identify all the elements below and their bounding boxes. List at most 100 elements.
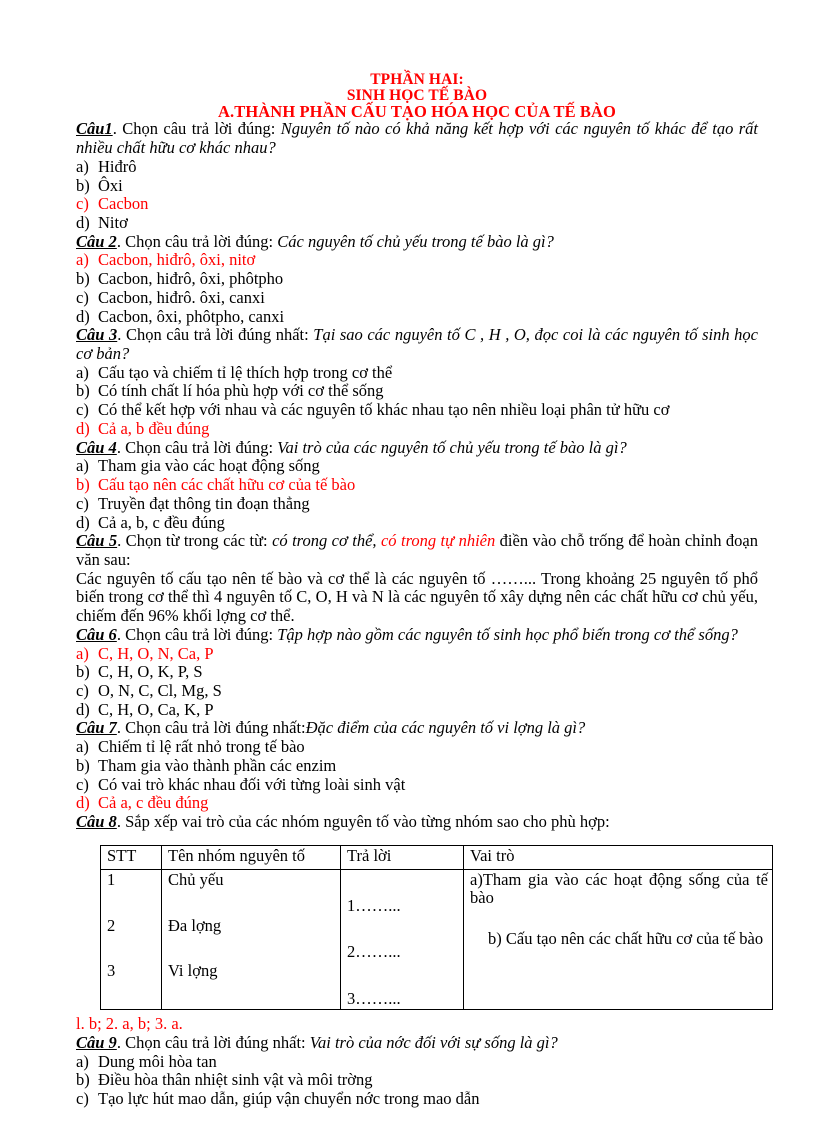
option-text: Cacbon [98,194,149,214]
question-7-label: Câu 7 [76,718,117,738]
option-tag: d) [76,793,90,813]
option-tag: b) [76,381,90,401]
option-tag: c) [76,400,89,420]
list-item: d) Cacbon, ôxi, phôtpho, canxi [76,306,758,327]
question-2-stem: Các nguyên tố chủ yếu trong tế bào là gì… [277,231,554,251]
option-tag: c) [76,1089,89,1109]
option-text: Tạo lực hút mao dẫn, giúp vận chuyển nớc… [98,1089,480,1109]
question-9-instruction: . Chọn câu trả lời đúng nhất: [116,1032,310,1052]
matching-table: STT Tên nhóm nguyên tố Trả lời Vai trò 1… [100,844,773,1011]
question-4-instruction: . Chọn câu trả lời đúng: [116,437,278,457]
question-5-lead: Câu 5. Chọn từ trong các từ: có trong cơ… [76,531,758,569]
list-item: d) Nitơ [76,213,758,233]
list-item: c) Cacbon, hiđrô. ôxi, canxi [76,287,758,308]
option-text: Có tính chất lí hóa phù hợp với cơ thể s… [98,381,384,401]
table-row: STT Tên nhóm nguyên tố Trả lời Vai trò [100,844,773,870]
table-header-answer: Trả lời [340,844,464,870]
option-tag: b) [76,175,90,195]
list-item: a) Cacbon, hiđrô, ôxi, nitơ [76,251,758,270]
option-tag: a) [76,1051,89,1071]
document-title: TPHẦN HAI: SINH HỌC TẾ BÀO A.THÀNH PHẦN … [76,72,758,120]
question-8-lead: Câu 8. Sắp xếp vai trò của các nhóm nguy… [76,812,758,832]
question-1-label: Câu1 [76,119,113,139]
option-tag: d) [76,512,90,532]
question-2-instruction: . Chọn câu trả lời đúng: [116,231,278,251]
option-tag: a) [76,456,89,476]
list-item: c) Có vai trò khác nhau đối với từng loài… [76,774,758,795]
option-tag: c) [76,774,89,794]
option-tag: c) [76,287,89,307]
option-tag: c) [76,493,89,513]
question-5-label: Câu 5 [76,531,118,551]
question-9-options: a) Dung môi hòa tan b) Điều hòa thân nhiệt… [76,1051,758,1109]
list-item: d) Cả a, b đều đúng [76,419,758,439]
question-5-paragraph: Các nguyên tố cấu tạo nên tế bào và cơ t… [76,568,758,626]
question-5-choice-red: có trong tự nhiên [380,531,496,551]
question-4-stem: Vai trò của các nguyên tố chủ yếu trong … [277,437,627,457]
list-item: c) Tạo lực hút mao dẫn, giúp vận chuyển n… [76,1089,758,1109]
question-9-lead: Câu 9. Chọn câu trả lời đúng nhất: Vai t… [76,1032,758,1053]
question-2-options: a) Cacbon, hiđrô, ôxi, nitơ b) Cacbon, hiđ… [76,251,758,326]
option-tag: a) [76,250,89,270]
table-header-role: Vai trò [463,844,773,870]
table-header-stt: STT [100,844,162,870]
answer-blank-2[interactable]: 2……... [347,942,459,961]
question-3-lead: Câu 3. Chọn câu trả lời đúng nhất: Tại s… [76,325,758,363]
list-item: c) Có thể kết hợp với nhau và các nguyên … [76,400,758,420]
question-2-label: Câu 2 [76,231,117,251]
question-3-instruction: . Chọn câu trả lời đúng nhất: [117,325,314,345]
stt-3: 3 [107,960,116,980]
list-item: d) C, H, O, Ca, K, P [76,699,758,720]
list-item: b) C, H, O, K, P, S [76,662,758,682]
list-item: b) Cấu tạo nên các chất hữu cơ của tế bào [76,475,758,495]
option-text: Truyền đạt thông tin đoạn thẳng [98,493,310,513]
list-item: b) Ôxi [76,175,758,196]
list-item: c) Cacbon [76,194,758,214]
list-item: a) Cấu tạo và chiếm tỉ lệ thích hợp trong… [76,362,758,383]
answer-blank-3[interactable]: 3……... [347,989,459,1008]
question-5-instruction: . Chọn từ trong các từ: [117,531,273,551]
option-text: Cacbon, ôxi, phôtpho, canxi [98,306,285,326]
option-tag: b) [76,269,90,289]
option-tag: b) [76,755,90,775]
group-2: Đa lợng [168,916,222,936]
question-7-stem: Đặc điểm của các nguyên tố vi lợng là gì… [305,718,586,738]
list-item: c) O, N, C, Cl, Mg, S [76,681,758,701]
question-8-instruction: . Sắp xếp vai trò của các nhóm nguyên tố… [116,812,610,832]
question-8-label: Câu 8 [76,812,117,832]
list-item: b) Tham gia vào thành phần các enzim [76,755,758,776]
list-item: a) Dung môi hòa tan [76,1051,758,1072]
role-option-b: b) Cấu tạo nên các chất hữu cơ của tế bà… [488,928,764,948]
question-4-label: Câu 4 [76,437,117,457]
question-3-label: Câu 3 [76,325,118,345]
table-row: 1 2 3 Chủ yếu Đa lợng Vi lợng 1……... 2……… [100,868,773,1011]
option-text: Cacbon, hiđrô, ôxi, nitơ [98,250,256,270]
group-3: Vi lợng [168,960,218,980]
table-cell-answer-list[interactable]: 1……... 2……... 3……... [340,868,464,1011]
option-tag: c) [76,194,89,214]
list-item: a) Tham gia vào các hoạt động sống [76,456,758,476]
matching-table-wrapper: STT Tên nhóm nguyên tố Trả lời Vai trò 1… [100,844,773,1011]
option-tag: b) [76,475,90,495]
option-text: Dung môi hòa tan [98,1051,217,1071]
option-tag: d) [76,213,90,233]
list-item: b) Có tính chất lí hóa phù hợp với cơ thể… [76,382,758,401]
question-6-lead: Câu 6. Chọn câu trả lời đúng: Tập hợp nà… [76,625,758,645]
question-2-lead: Câu 2. Chọn câu trả lời đúng: Các nguyên… [76,231,758,252]
table-header-group-name: Tên nhóm nguyên tố [161,844,341,870]
question-4-options: a) Tham gia vào các hoạt động sống b) Cấu … [76,456,758,532]
option-tag: a) [76,643,89,663]
question-8-answer-key: l. b; 2. a, b; 3. a. [76,1014,183,1034]
answer-blank-1[interactable]: 1……... [347,896,459,915]
question-5-choice-black: có trong cơ thể, [272,531,381,551]
option-text: C, H, O, Ca, K, P [98,699,214,719]
question-3-options: a) Cấu tạo và chiếm tỉ lệ thích hợp trong… [76,362,758,439]
option-text: Tham gia vào các hoạt động sống [98,456,320,476]
table-cell-stt-list: 1 2 3 [100,868,162,1011]
option-tag: a) [76,362,89,382]
option-text: Cấu tạo và chiếm tỉ lệ thích hợp trong c… [98,362,393,382]
